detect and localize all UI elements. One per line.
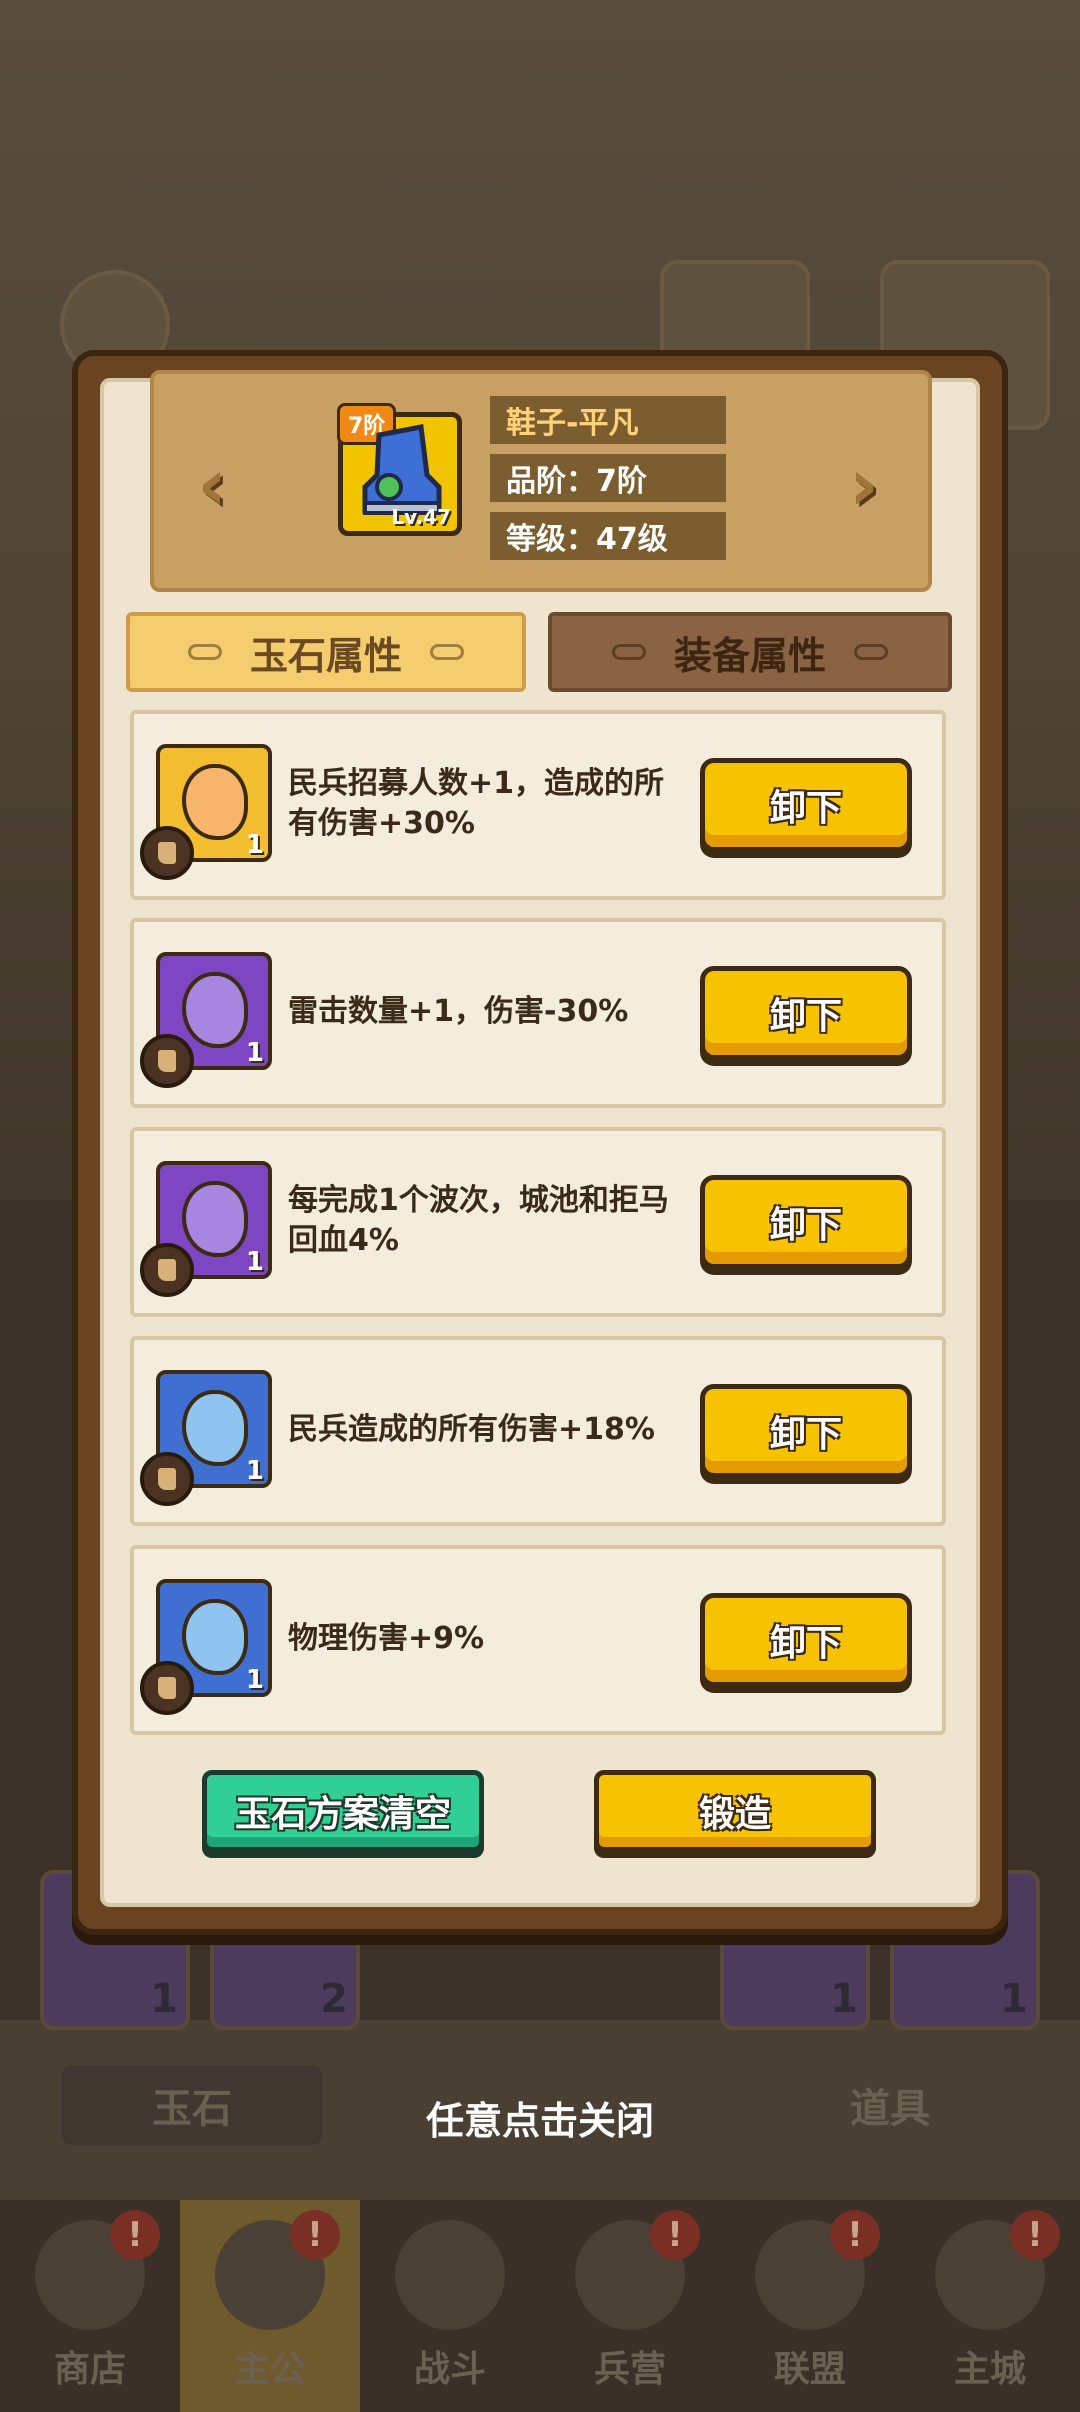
jade-row: 1 物理伤害+9% 卸下	[130, 1545, 946, 1735]
jade-count: 1	[245, 830, 264, 860]
nav-item-alliance: ! 联盟	[720, 2200, 900, 2412]
unload-button[interactable]: 卸下	[700, 1593, 912, 1687]
alert-badge: !	[290, 2210, 340, 2260]
jade-description: 每完成1个波次，城池和拒马回血4%	[288, 1183, 669, 1258]
jade-stone	[182, 764, 248, 840]
tab-label: 装备属性	[673, 633, 826, 678]
tab-label: 玉石属性	[249, 633, 402, 678]
nav-label: 主公	[233, 2349, 306, 2390]
jade-row: 1 雷击数量+1，伤害-30% 卸下	[130, 918, 946, 1108]
nav-label: 主城	[953, 2349, 1026, 2390]
clear-jade-plan-button[interactable]: 玉石方案清空	[202, 1770, 484, 1852]
nav-label: 兵营	[593, 2349, 666, 2390]
jade-row: 1 民兵招募人数+1，造成的所有伤害+30% 卸下	[130, 710, 946, 900]
nav-item-shop: ! 商店	[0, 2200, 180, 2412]
nav-label: 商店	[53, 2349, 126, 2390]
tab-jade-attributes[interactable]: 玉石属性	[126, 612, 526, 692]
swirl-icon	[611, 644, 646, 660]
jade-count: 1	[245, 1247, 264, 1277]
boot-equipment-icon: 7阶 Lv.47	[337, 403, 462, 536]
unload-button[interactable]: 卸下	[700, 1384, 912, 1478]
swirl-icon	[187, 644, 222, 660]
equipment-level: 等级：47级	[490, 512, 726, 560]
prev-arrow-icon[interactable]: ‹	[182, 440, 242, 530]
alert-badge: !	[1010, 2210, 1060, 2260]
boot-slot-icon	[140, 1034, 194, 1088]
boot-slot-icon	[140, 1661, 194, 1715]
boot-slot-icon	[140, 1243, 194, 1297]
nav-item-city: ! 主城	[900, 2200, 1080, 2412]
swirl-icon	[854, 644, 888, 660]
jade-stone	[182, 1181, 248, 1257]
unload-button[interactable]: 卸下	[700, 758, 912, 852]
jade-description: 民兵造成的所有伤害+18%	[288, 1412, 655, 1447]
jade-stone	[182, 972, 248, 1048]
alert-badge: !	[650, 2210, 700, 2260]
equipment-name: 鞋子-平凡	[490, 396, 726, 444]
jade-count: 1	[245, 1456, 264, 1486]
slot-count: 2	[320, 1976, 348, 2022]
boot-slot-icon	[140, 1452, 194, 1506]
equipment-grade: 品阶：7阶	[490, 454, 726, 502]
nav-item-lord: ! 主公	[180, 2200, 360, 2412]
unload-button[interactable]: 卸下	[700, 966, 912, 1060]
jade-description: 雷击数量+1，伤害-30%	[288, 994, 629, 1029]
nav-item-battle: 战斗	[360, 2200, 540, 2412]
tab-equipment-attributes[interactable]: 装备属性	[548, 612, 952, 692]
tap-to-close-hint[interactable]: 任意点击关闭	[0, 2090, 1080, 2145]
next-arrow-icon[interactable]: ›	[834, 440, 894, 530]
jade-description: 民兵招募人数+1，造成的所有伤害+30%	[288, 766, 665, 841]
jade-description: 物理伤害+9%	[288, 1621, 485, 1656]
unload-button[interactable]: 卸下	[700, 1175, 912, 1269]
jade-stone	[182, 1599, 248, 1675]
nav-label: 战斗	[413, 2349, 486, 2390]
nav-label: 联盟	[773, 2349, 846, 2390]
slot-count: 1	[1000, 1976, 1028, 2022]
jade-count: 1	[245, 1038, 264, 1068]
jade-stone	[182, 1390, 248, 1466]
alert-badge: !	[830, 2210, 880, 2260]
bottom-nav: ! 商店 ! 主公 战斗 ! 兵营 ! 联盟 ! 主城	[0, 2200, 1080, 2412]
slot-count: 1	[830, 1976, 858, 2022]
crossed-swords-icon	[395, 2220, 505, 2330]
nav-item-barracks: ! 兵营	[540, 2200, 720, 2412]
swirl-icon	[430, 644, 464, 660]
jade-count: 1	[245, 1665, 264, 1695]
boot-slot-icon	[140, 826, 194, 880]
jade-row: 1 每完成1个波次，城池和拒马回血4% 卸下	[130, 1127, 946, 1317]
forge-button[interactable]: 锻造	[594, 1770, 876, 1852]
level-badge: Lv.47	[391, 505, 451, 529]
slot-count: 1	[150, 1976, 178, 2022]
jade-row: 1 民兵造成的所有伤害+18% 卸下	[130, 1336, 946, 1526]
alert-badge: !	[110, 2210, 160, 2260]
